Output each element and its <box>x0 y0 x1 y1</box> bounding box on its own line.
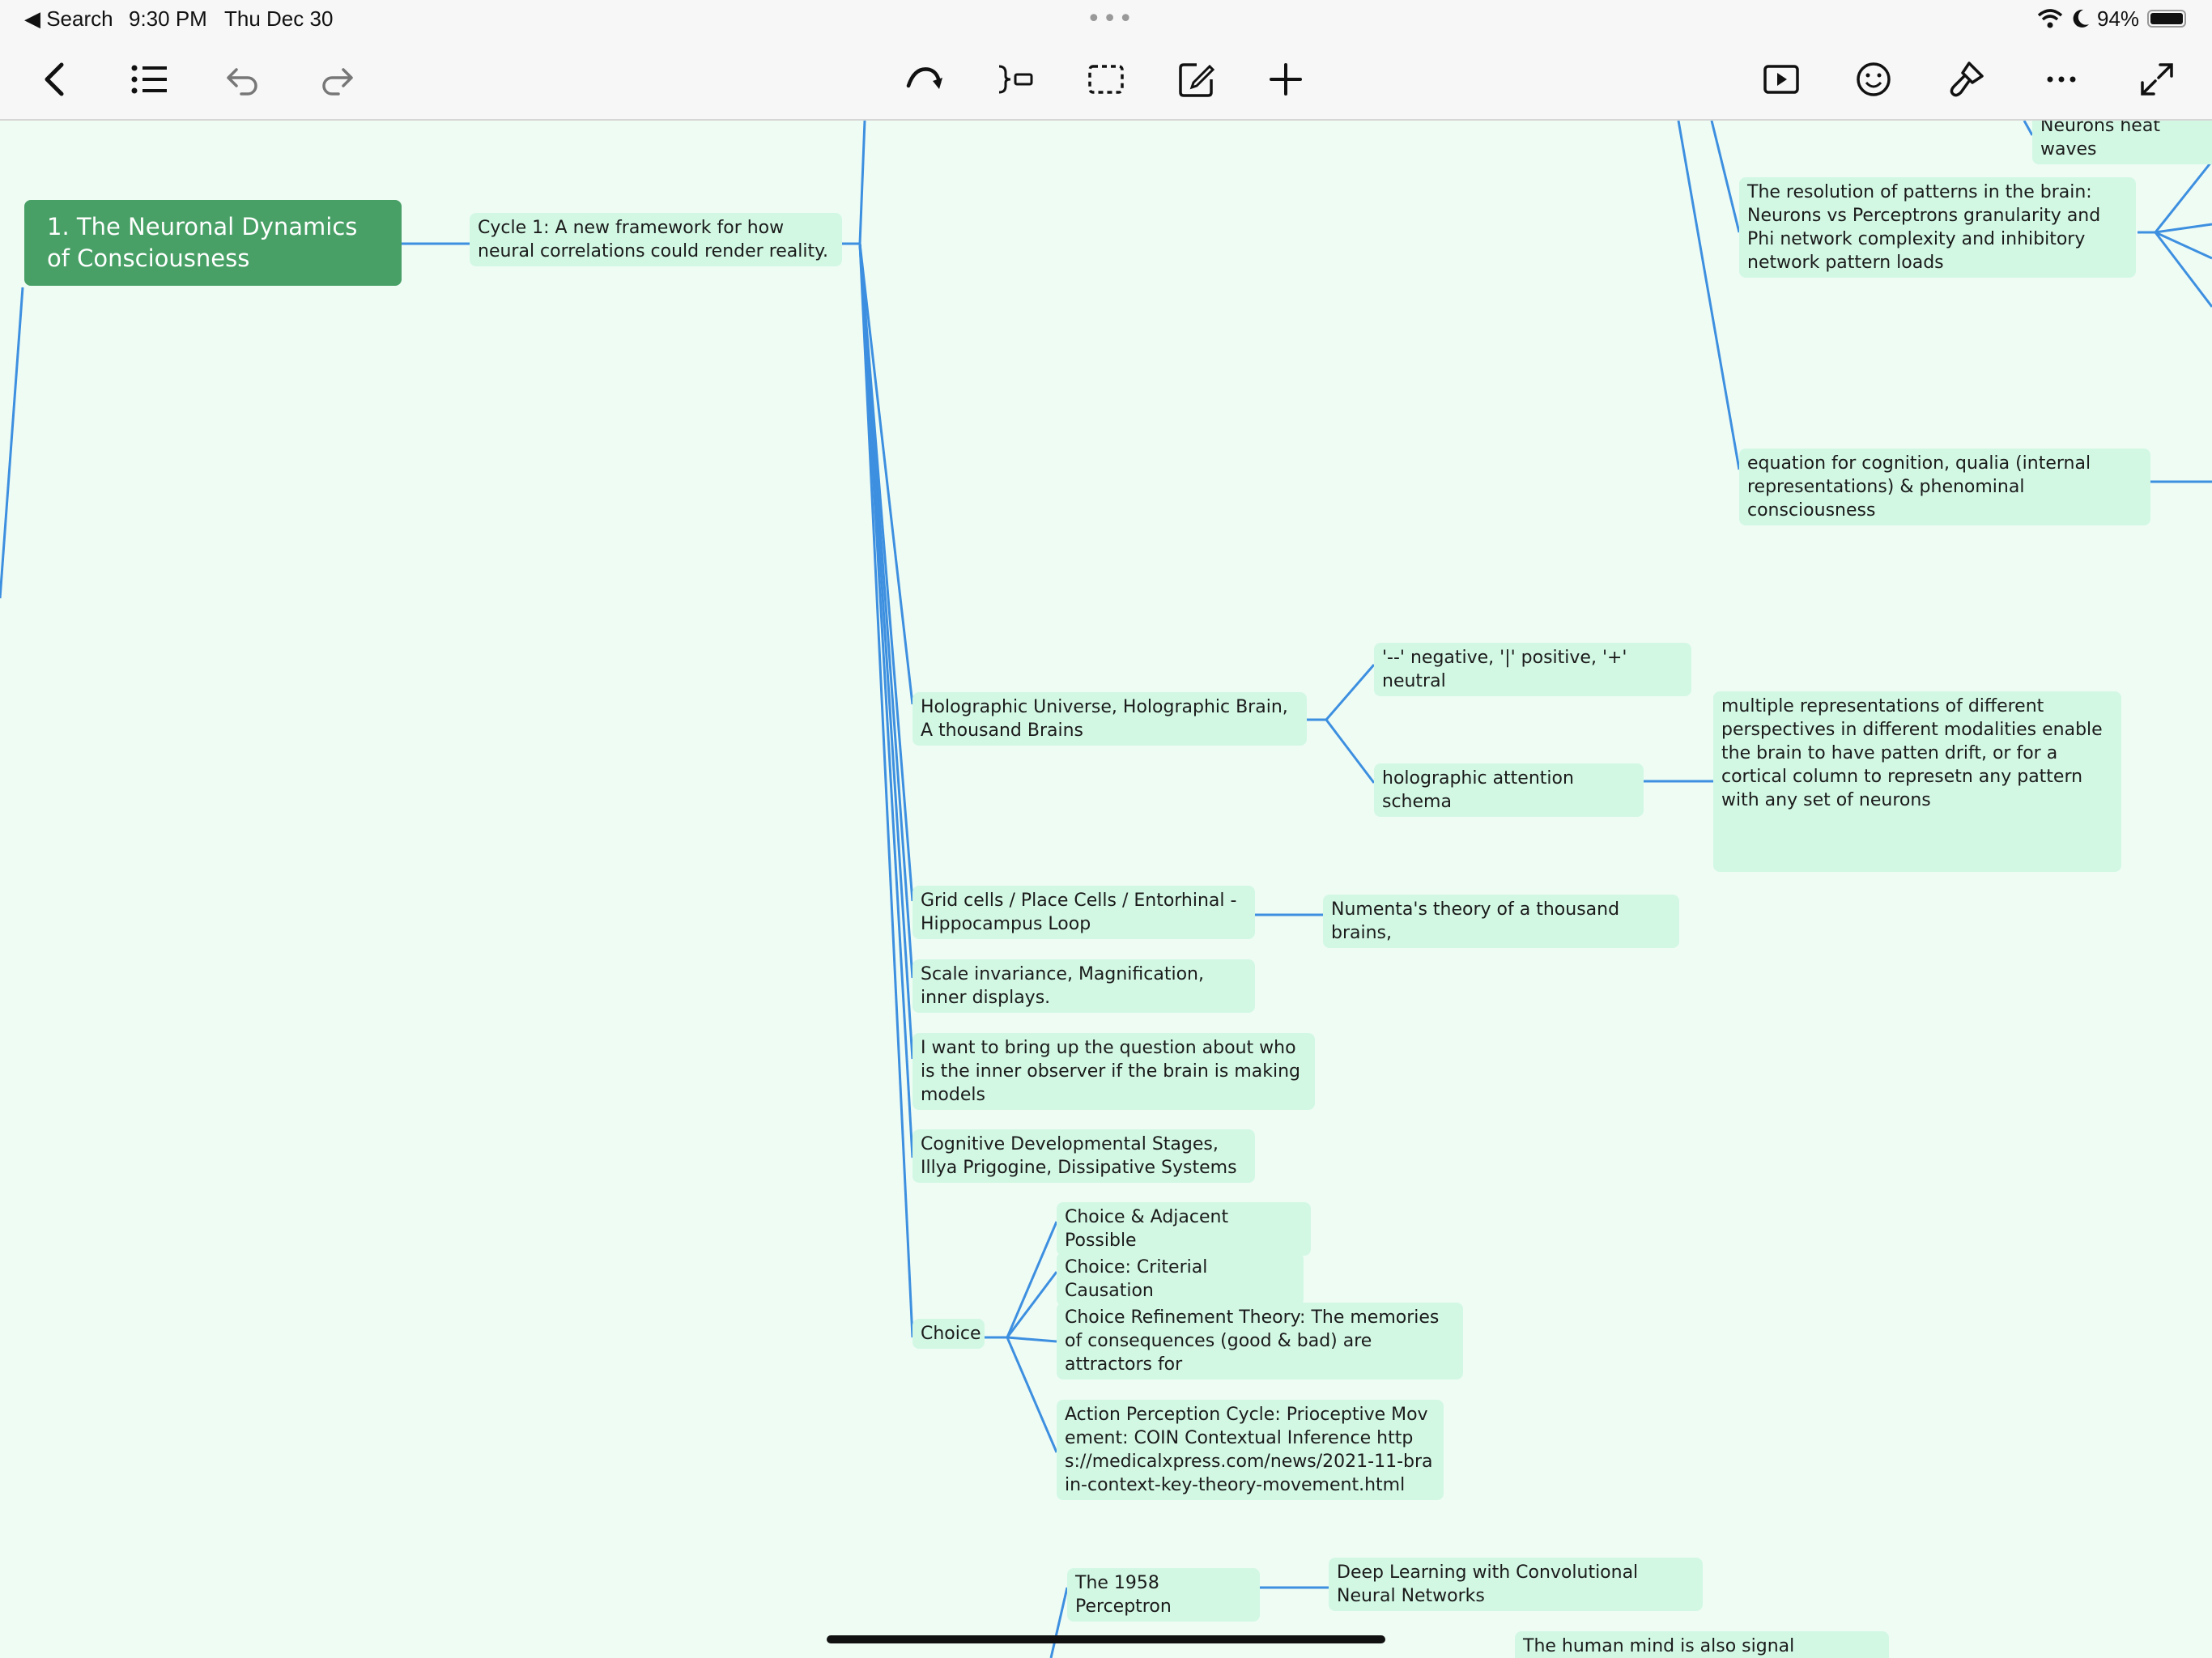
ellipsis-icon <box>2047 76 2076 83</box>
choice-refinement-theory-topic[interactable]: Choice Refinement Theory: The memories o… <box>1057 1303 1463 1380</box>
play-screen-icon <box>1763 65 1799 94</box>
sticker-button[interactable] <box>1848 53 1899 105</box>
holographic-attention-schema-topic[interactable]: holographic attention schema <box>1374 763 1644 817</box>
neurons-heat-waves-topic[interactable]: Neurons heat waves <box>2032 121 2212 164</box>
back-to-app-link[interactable]: ◀ Search <box>24 6 113 32</box>
multiple-representations-topic[interactable]: multiple representations of different pe… <box>1713 691 2121 872</box>
battery-icon <box>2147 10 2186 28</box>
scale-invariance-topic[interactable]: Scale invariance, Magnification, inner d… <box>912 959 1255 1013</box>
negative-positive-neutral-topic[interactable]: '--' negative, '|' positive, '+' neutral <box>1374 643 1691 696</box>
outline-button[interactable] <box>123 53 175 105</box>
status-bar: ◀ Search 9:30 PM Thu Dec 30 ••• 94% <box>0 0 2212 39</box>
status-time: 9:30 PM <box>129 6 207 31</box>
add-button[interactable] <box>1260 53 1312 105</box>
root-topic[interactable]: 1. The Neuronal Dynamics of Consciousnes… <box>24 200 402 286</box>
fullscreen-button[interactable] <box>2131 53 2183 105</box>
moon-icon <box>2073 9 2089 28</box>
choice-adjacent-possible-topic[interactable]: Choice & Adjacent Possible <box>1057 1202 1311 1256</box>
more-button[interactable] <box>2035 53 2087 105</box>
edit-icon <box>1179 63 1215 97</box>
inner-observer-topic[interactable]: I want to bring up the question about wh… <box>912 1033 1315 1110</box>
list-icon <box>131 65 167 94</box>
multitasking-dots-icon[interactable]: ••• <box>1087 5 1134 33</box>
equation-cognition-topic[interactable]: equation for cognition, qualia (internal… <box>1739 449 2150 525</box>
reorganize-button[interactable] <box>899 53 951 105</box>
topic-icon <box>998 65 1033 94</box>
home-indicator[interactable] <box>827 1635 1385 1643</box>
holographic-topic[interactable]: Holographic Universe, Holographic Brain,… <box>912 692 1307 746</box>
perceptron-1958-topic[interactable]: The 1958 Perceptron <box>1067 1568 1260 1622</box>
redo-icon <box>322 68 353 96</box>
resolution-of-patterns-topic[interactable]: The resolution of patterns in the brain:… <box>1739 177 2136 278</box>
status-date: Thu Dec 30 <box>224 6 334 31</box>
grid-cells-topic[interactable]: Grid cells / Place Cells / Entorhinal - … <box>912 886 1255 939</box>
boundary-button[interactable] <box>1080 53 1132 105</box>
choice-criterial-causation-topic[interactable]: Choice: Criterial Causation <box>1057 1252 1304 1306</box>
mindmap-canvas[interactable]: 1. The Neuronal Dynamics of Consciousnes… <box>0 121 2212 1658</box>
action-perception-cycle-topic[interactable]: Action Perception Cycle: Prioceptive Mov… <box>1057 1400 1444 1500</box>
wifi-icon <box>2037 9 2063 28</box>
curved-arrow-icon <box>906 67 942 89</box>
undo-icon <box>227 68 257 96</box>
numenta-theory-topic[interactable]: Numenta's theory of a thousand brains, <box>1323 895 1679 948</box>
dashed-rectangle-icon <box>1088 65 1124 94</box>
cycle-topic[interactable]: Cycle 1: A new framework for how neural … <box>470 213 842 266</box>
choice-topic[interactable]: Choice <box>912 1319 985 1349</box>
edit-note-button[interactable] <box>1171 53 1223 105</box>
plus-icon <box>1270 63 1302 96</box>
signal-processor-topic[interactable]: The human mind is also signal processor. <box>1515 1631 1889 1658</box>
chevron-left-icon <box>45 62 64 96</box>
toolbar <box>0 39 2212 121</box>
redo-button[interactable] <box>311 53 363 105</box>
back-button[interactable] <box>29 53 81 105</box>
undo-button[interactable] <box>217 53 269 105</box>
expand-icon <box>2141 63 2173 96</box>
battery-percentage: 94% <box>2097 6 2140 31</box>
topic-button[interactable] <box>989 53 1041 105</box>
deep-learning-topic[interactable]: Deep Learning with Convolutional Neural … <box>1329 1558 1703 1611</box>
smiley-icon <box>1857 62 1891 96</box>
present-button[interactable] <box>1755 53 1807 105</box>
format-button[interactable] <box>1940 53 1992 105</box>
paintbrush-icon <box>1950 62 1984 97</box>
cognitive-stages-topic[interactable]: Cognitive Developmental Stages, Illya Pr… <box>912 1129 1255 1183</box>
